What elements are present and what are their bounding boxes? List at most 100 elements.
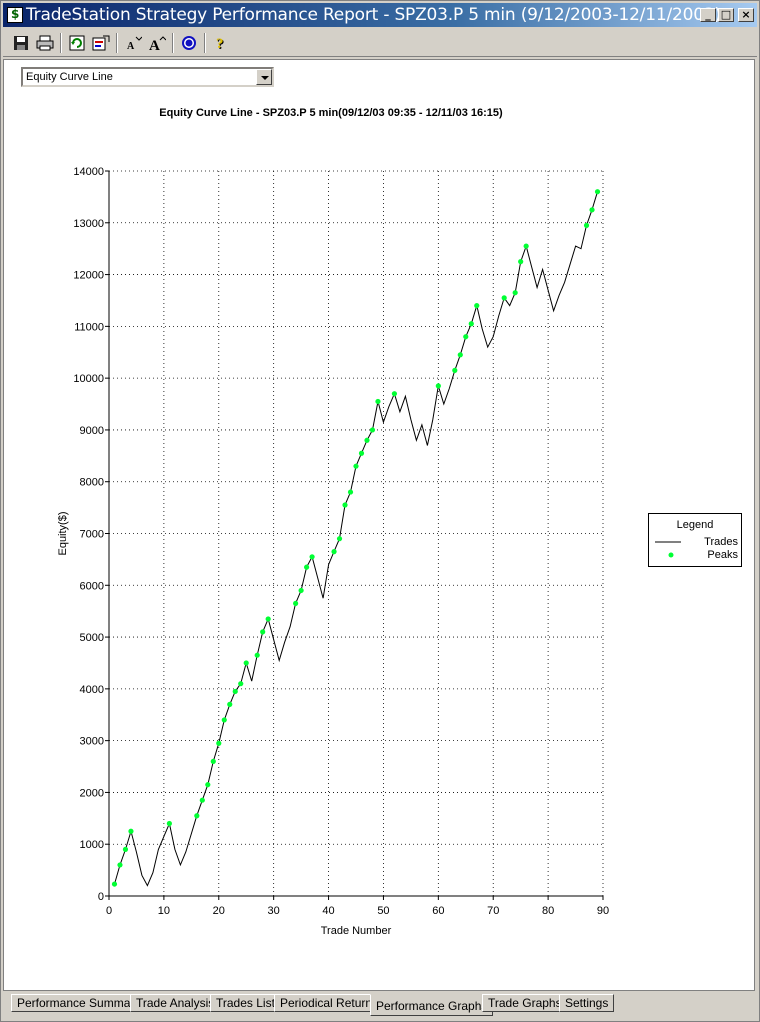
peak-point bbox=[221, 717, 227, 723]
peak-point bbox=[358, 450, 365, 456]
legend-item-trades: Trades bbox=[649, 536, 741, 548]
y-tick-label: 4000 bbox=[80, 684, 104, 696]
peak-point bbox=[227, 701, 233, 707]
tab-performance-summary[interactable]: Performance Summary bbox=[11, 994, 147, 1012]
trades-series-line bbox=[114, 191, 598, 887]
y-tick-label: 6000 bbox=[80, 580, 104, 592]
chart-title: Equity Curve Line - SPZ03.P 5 min(09/12/… bbox=[159, 107, 503, 119]
peak-point bbox=[199, 797, 205, 803]
peak-point bbox=[391, 391, 398, 397]
y-tick-label: 9000 bbox=[80, 425, 104, 437]
y-tick-label: 2000 bbox=[80, 787, 104, 799]
legend-swatch-peaks bbox=[668, 552, 674, 558]
peak-point bbox=[518, 259, 524, 265]
peak-point bbox=[589, 207, 595, 213]
peak-point bbox=[117, 862, 123, 868]
peak-point bbox=[452, 367, 458, 373]
tab-settings[interactable]: Settings bbox=[559, 994, 615, 1012]
minimize-button[interactable]: _ bbox=[700, 8, 716, 22]
peak-point bbox=[260, 629, 266, 635]
y-tick-label: 14000 bbox=[73, 166, 104, 178]
svg-text:A: A bbox=[127, 41, 135, 51]
x-tick-label: 80 bbox=[542, 905, 554, 917]
toolbar: A A ?? bbox=[3, 29, 757, 57]
svg-text:A: A bbox=[149, 38, 160, 51]
peak-point bbox=[194, 813, 200, 819]
export-icon[interactable] bbox=[89, 32, 113, 54]
title-bar[interactable]: TradeStation Strategy Performance Report… bbox=[3, 3, 757, 27]
font-larger-icon[interactable]: A bbox=[145, 32, 169, 54]
peak-point bbox=[347, 489, 354, 495]
print-icon[interactable] bbox=[33, 32, 57, 54]
svg-text:?: ? bbox=[216, 36, 224, 51]
peak-point bbox=[457, 352, 463, 358]
legend-label-peaks: Peaks bbox=[707, 549, 738, 561]
peak-point bbox=[111, 881, 118, 887]
peak-point bbox=[375, 398, 381, 405]
peak-point bbox=[122, 846, 129, 852]
y-tick-label: 3000 bbox=[80, 736, 104, 748]
toolbar-separator bbox=[116, 32, 118, 53]
peak-point bbox=[293, 600, 299, 607]
legend-item-peaks: Peaks bbox=[649, 549, 741, 561]
peak-point bbox=[468, 321, 474, 327]
peak-point bbox=[254, 652, 260, 658]
close-button[interactable]: × bbox=[738, 8, 754, 22]
peak-point bbox=[166, 820, 172, 827]
tab-trade-graphs[interactable]: Trade Graphs bbox=[482, 994, 568, 1012]
peak-point bbox=[342, 502, 348, 508]
y-tick-label: 1000 bbox=[80, 839, 104, 851]
refresh-icon[interactable] bbox=[65, 32, 89, 54]
tradestation-app-icon[interactable] bbox=[7, 7, 23, 23]
y-axis-label: Equity($) bbox=[57, 511, 69, 555]
peak-point bbox=[210, 758, 216, 764]
tab-periodical-returns[interactable]: Periodical Returns bbox=[274, 994, 385, 1012]
y-tick-label: 11000 bbox=[74, 321, 104, 333]
help-icon[interactable]: ?? bbox=[209, 32, 233, 54]
peak-point bbox=[205, 782, 211, 788]
maximize-button[interactable]: □ bbox=[718, 8, 734, 22]
peak-point bbox=[216, 740, 222, 746]
y-tick-label: 13000 bbox=[73, 218, 104, 230]
x-tick-label: 60 bbox=[432, 905, 444, 917]
target-icon[interactable] bbox=[177, 32, 201, 54]
window-title: TradeStation Strategy Performance Report… bbox=[26, 5, 721, 25]
y-tick-label: 0 bbox=[98, 891, 104, 903]
x-tick-label: 70 bbox=[487, 905, 499, 917]
x-tick-label: 30 bbox=[268, 905, 280, 917]
legend-label-trades: Trades bbox=[704, 536, 738, 548]
peak-point bbox=[298, 587, 304, 594]
peak-point bbox=[369, 427, 376, 433]
legend-title: Legend bbox=[676, 519, 714, 531]
x-tick-label: 50 bbox=[377, 905, 389, 917]
x-tick-label: 20 bbox=[213, 905, 225, 917]
x-tick-label: 10 bbox=[158, 905, 170, 917]
x-tick-label: 40 bbox=[322, 905, 334, 917]
peak-point bbox=[265, 616, 271, 622]
save-icon[interactable] bbox=[9, 32, 33, 54]
peak-point bbox=[474, 303, 480, 309]
peak-point bbox=[128, 828, 134, 834]
peak-point bbox=[594, 189, 601, 195]
y-tick-label: 8000 bbox=[80, 477, 104, 489]
graph-panel: Equity Curve Line Equity Curve Line - SP… bbox=[3, 59, 755, 991]
peak-point bbox=[583, 222, 590, 228]
tab-trades-list[interactable]: Trades List bbox=[210, 994, 281, 1012]
equity-chart: Equity Curve Line - SPZ03.P 5 min(09/12/… bbox=[57, 107, 609, 937]
peak-point bbox=[501, 295, 507, 301]
toolbar-separator bbox=[60, 32, 62, 53]
toolbar-separator bbox=[172, 32, 174, 53]
report-window: TradeStation Strategy Performance Report… bbox=[0, 0, 760, 1022]
tab-trade-analysis[interactable]: Trade Analysis bbox=[130, 994, 221, 1012]
peak-point bbox=[309, 554, 315, 560]
y-tick-label: 5000 bbox=[80, 632, 104, 644]
tab-performance-graphs[interactable]: Performance Graphs bbox=[370, 994, 494, 1016]
y-tick-label: 12000 bbox=[73, 270, 104, 282]
x-tick-label: 90 bbox=[597, 905, 609, 917]
peak-point bbox=[523, 243, 529, 249]
tab-bar: Performance Summary Trade Analysis Trade… bbox=[3, 991, 757, 1019]
font-smaller-icon[interactable]: A bbox=[121, 32, 145, 54]
x-axis-label: Trade Number bbox=[321, 925, 392, 937]
toolbar-separator bbox=[204, 32, 206, 53]
x-tick-label: 0 bbox=[106, 905, 112, 917]
